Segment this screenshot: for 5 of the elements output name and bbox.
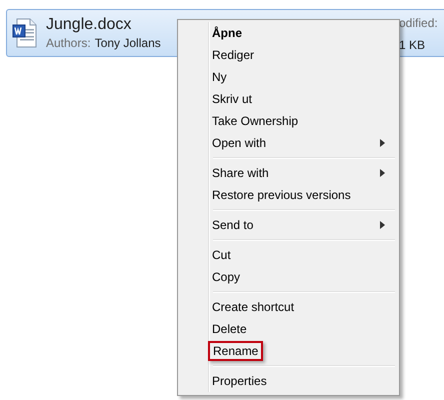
authors-value: Tony Jollans (94, 36, 161, 50)
authors-label: Authors: (46, 36, 91, 50)
file-size: 1 KB (399, 38, 426, 52)
modified-label: odified: (399, 16, 438, 30)
file-name: Jungle.docx (46, 16, 132, 34)
